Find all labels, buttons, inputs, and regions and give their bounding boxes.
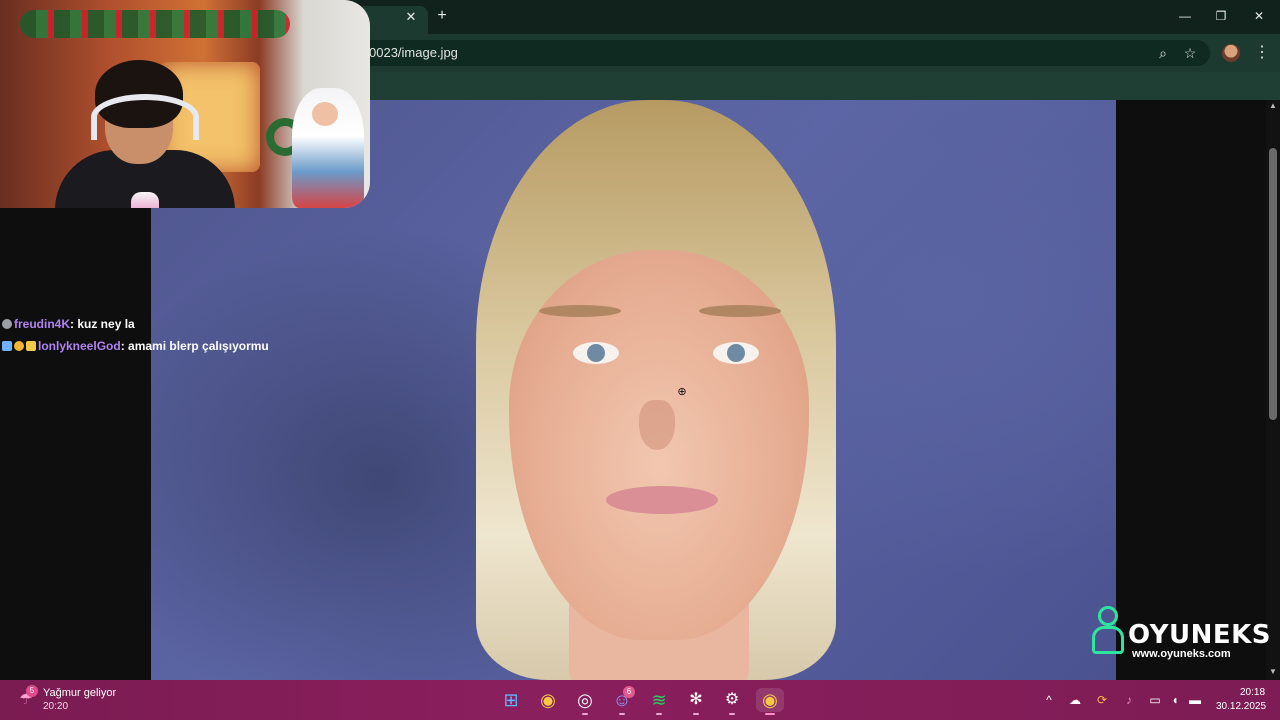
active-indicator: [765, 713, 775, 715]
spotify-icon[interactable]: ≋: [647, 688, 671, 712]
weather-badge: 5: [26, 685, 38, 697]
tab-close-icon[interactable]: ✕: [402, 8, 420, 26]
restore-icon[interactable]: ❐: [1208, 6, 1234, 26]
steelseries-icon[interactable]: ✻: [684, 688, 708, 712]
weather-title[interactable]: Yağmur geliyor: [43, 687, 116, 699]
photo-right-brow: [699, 305, 781, 317]
streamer: [55, 60, 235, 208]
volume-icon[interactable]: ◖: [1167, 692, 1183, 708]
photo-right-eye: [713, 342, 759, 364]
photo-mouth: [606, 486, 718, 514]
address-bar[interactable]: [360, 40, 1210, 66]
tray-chevron-icon[interactable]: ^: [1041, 692, 1057, 708]
headphones: [91, 94, 199, 140]
chat-badge-icon: [2, 319, 12, 329]
running-indicator: [619, 713, 625, 715]
running-indicator: [582, 713, 588, 715]
discord-badge: 6: [623, 686, 635, 698]
minimize-icon[interactable]: —: [1172, 6, 1198, 26]
running-indicator: [693, 713, 699, 715]
chrome-icon[interactable]: ◉: [536, 688, 560, 712]
tray-sync-icon[interactable]: ⟳: [1094, 692, 1110, 708]
obs-icon[interactable]: ◎: [573, 688, 597, 712]
chat-username: freudin4K: [14, 317, 71, 331]
close-window-icon[interactable]: ✕: [1246, 6, 1272, 26]
oyuneks-logo-text: OYUNEKS: [1128, 620, 1272, 650]
star-icon[interactable]: ☆: [1181, 44, 1199, 62]
taskbar: [0, 680, 1280, 720]
chat-message: lonlykneelGod: amami blerp çalışıyormu: [2, 338, 269, 354]
windows-start-icon[interactable]: ⊞: [499, 688, 523, 712]
chat-username: lonlykneelGod: [38, 339, 121, 353]
webcam-overlay: [0, 0, 370, 208]
photo-left-brow: [539, 305, 621, 317]
microphone: [131, 192, 159, 208]
new-tab-icon[interactable]: +: [432, 6, 452, 26]
kebab-menu-icon[interactable]: ⋮: [1254, 44, 1270, 62]
scroll-up-icon[interactable]: ▲: [1268, 101, 1278, 111]
garland: [20, 10, 290, 38]
chat-text: : kuz ney la: [70, 317, 135, 331]
santa-face: [312, 102, 338, 126]
photo-nose: [639, 400, 675, 450]
microphone-icon[interactable]: ♪: [1121, 692, 1137, 708]
clock-date[interactable]: 30.12.2025: [1216, 701, 1266, 712]
battery-icon[interactable]: ▬: [1187, 692, 1203, 708]
chrome-profile-icon[interactable]: ◉: [756, 688, 784, 712]
clock-time[interactable]: 20:18: [1240, 687, 1265, 698]
scrollbar-thumb[interactable]: [1269, 148, 1277, 420]
chat-badge-icon: [2, 341, 12, 351]
running-indicator: [729, 713, 735, 715]
chat-message: freudin4K: kuz ney la: [2, 316, 135, 332]
chat-badge-icon: [14, 341, 24, 351]
zoom-icon[interactable]: ⌕: [1154, 44, 1172, 62]
weather-time[interactable]: 20:20: [43, 701, 68, 712]
scroll-down-icon[interactable]: ▼: [1268, 667, 1278, 677]
chat-text: : amami blerp çalışıyormu: [120, 339, 269, 353]
oyuneks-logo-icon: [1092, 606, 1124, 654]
zoom-cursor-icon: ⊕: [677, 386, 687, 398]
chat-badge-icon: [26, 341, 36, 351]
address-url[interactable]: 0023/image.jpg: [369, 45, 458, 60]
photo-left-eye: [573, 342, 619, 364]
tray-app-icon[interactable]: ☁: [1067, 692, 1083, 708]
avatar[interactable]: [1222, 44, 1240, 62]
steam-icon[interactable]: ⚙: [720, 688, 744, 712]
oyuneks-logo-url: www.oyuneks.com: [1132, 648, 1231, 660]
network-icon[interactable]: ▭: [1147, 692, 1163, 708]
running-indicator: [656, 713, 662, 715]
